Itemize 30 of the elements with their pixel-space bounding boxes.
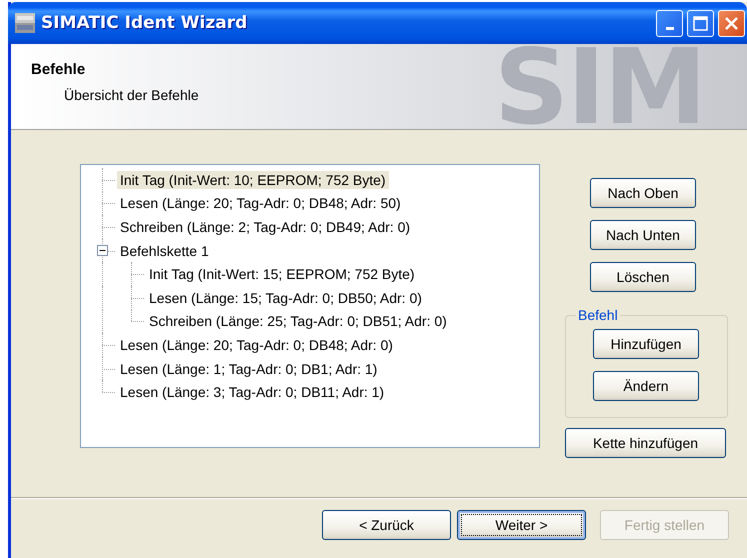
action-button[interactable]: Nach Oben — [590, 178, 696, 208]
page-subtitle: Übersicht der Befehle — [64, 87, 199, 103]
group-title: Befehl — [577, 307, 619, 323]
tree-item[interactable]: Schreiben (Länge: 2; Tag-Adr: 0; DB49; Adr: 0) — [117, 218, 414, 236]
collapse-icon[interactable] — [97, 244, 108, 256]
nav-button[interactable]: < Zurück — [322, 510, 451, 540]
tree-item[interactable]: Lesen (Länge: 20; Tag-Adr: 0; DB48; Adr: 0) — [117, 336, 396, 354]
maximize-button[interactable] — [687, 10, 714, 36]
window-title: SIMATIC Ident Wizard — [41, 13, 248, 33]
action-button[interactable]: Ändern — [593, 371, 699, 401]
tree-item[interactable]: Lesen (Länge: 1; Tag-Adr: 0; DB1; Adr: 1) — [117, 360, 380, 378]
tree-item[interactable]: Lesen (Länge: 20; Tag-Adr: 0; DB48; Adr: 50) — [117, 194, 404, 212]
close-icon — [724, 16, 739, 30]
minimize-icon — [666, 26, 674, 30]
app-icon — [15, 13, 35, 33]
tree-item[interactable]: Befehlskette 1 — [117, 242, 212, 260]
close-button[interactable] — [718, 10, 745, 36]
tree-item[interactable]: Schreiben (Länge: 25; Tag-Adr: 0; DB51; Adr: 0) — [146, 312, 450, 330]
nav-button[interactable]: Weiter > — [457, 510, 586, 540]
tree-item[interactable]: Lesen (Länge: 3; Tag-Adr: 0; DB11; Adr: 1) — [117, 383, 388, 402]
tree-item[interactable]: Init Tag (Init-Wert: 10; EEPROM; 752 Byte) — [117, 170, 389, 189]
tree-item[interactable]: Lesen (Länge: 15; Tag-Adr: 0; DB50; Adr: 0) — [146, 288, 425, 307]
action-button[interactable]: Löschen — [590, 262, 696, 292]
page-title: Befehle — [31, 61, 86, 78]
tree-item[interactable]: Init Tag (Init-Wert: 15; EEPROM; 752 Byte) — [146, 265, 418, 284]
action-button[interactable]: Hinzufügen — [593, 329, 699, 359]
action-button[interactable]: Nach Unten — [590, 220, 696, 250]
minimize-button[interactable] — [656, 10, 683, 36]
maximize-icon — [693, 16, 708, 30]
add-chain-button[interactable]: Kette hinzufügen — [565, 428, 726, 458]
